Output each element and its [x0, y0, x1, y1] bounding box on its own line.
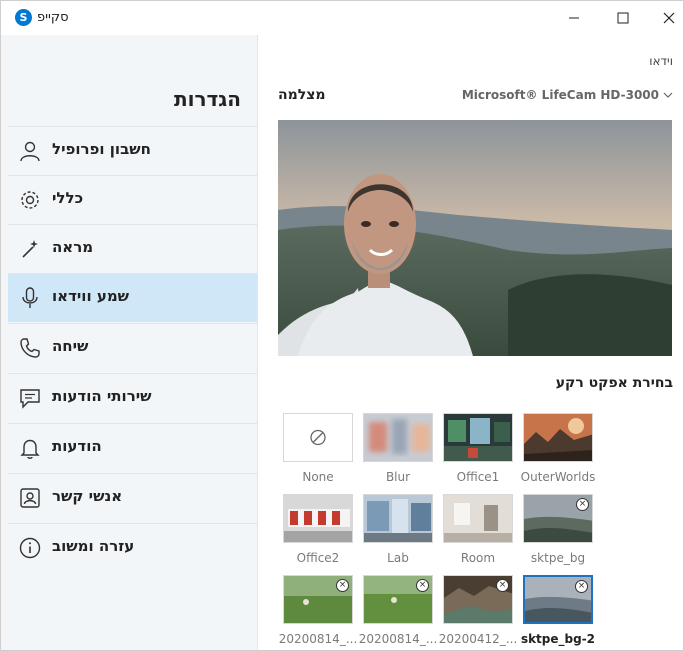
background-caption: sktpe_bg	[530, 551, 586, 565]
settings-window: S סקייפ הגדרות חשבון ופרופיל כללי מראה ש…	[0, 0, 684, 651]
magic-wand-icon	[22, 240, 38, 258]
office2-thumbnail	[284, 495, 352, 542]
nav-label: שיחה	[52, 337, 89, 355]
minimize-button[interactable]	[551, 1, 597, 35]
minimize-icon	[569, 17, 579, 19]
nav-contacts[interactable]: אנשי קשר	[8, 473, 257, 522]
nav-account-profile[interactable]: חשבון ופרופיל	[8, 126, 257, 175]
background-option-20200814-a[interactable]: ×	[283, 575, 353, 624]
background-option-20200814-b[interactable]: ×	[363, 575, 433, 624]
nav-label: שירותי הודעות	[52, 387, 152, 405]
background-effect-title: בחירת אפקט רקע	[555, 375, 673, 391]
background-option-office2[interactable]	[283, 494, 353, 543]
maximize-icon	[617, 12, 629, 24]
remove-background-icon[interactable]: ×	[576, 498, 589, 511]
chat-bubble-icon	[20, 389, 40, 409]
background-caption: Blur	[385, 470, 411, 484]
gear-icon	[21, 191, 39, 209]
background-option-20200412[interactable]: ×	[443, 575, 513, 624]
person-icon	[20, 141, 40, 162]
title-bar: S סקייפ	[1, 1, 683, 35]
background-option-sktpe-bg[interactable]: ×	[523, 494, 593, 543]
camera-preview	[278, 120, 672, 356]
blur-thumbnail	[364, 414, 432, 461]
background-caption: 20200412_...	[438, 632, 518, 646]
background-caption: Office2	[296, 551, 340, 565]
background-caption: Room	[460, 551, 496, 565]
nav-general[interactable]: כללי	[8, 175, 257, 224]
close-button[interactable]	[646, 1, 683, 35]
background-option-lab[interactable]	[363, 494, 433, 543]
remove-background-icon[interactable]: ×	[496, 579, 509, 592]
office1-thumbnail	[444, 414, 512, 461]
camera-preview-image	[278, 120, 672, 356]
nav-label: אנשי קשר	[52, 487, 123, 505]
camera-label: מצלמה	[278, 87, 326, 103]
section-label: וידאו	[649, 54, 673, 68]
background-option-outerworlds[interactable]	[523, 413, 593, 462]
remove-background-icon[interactable]: ×	[575, 580, 588, 593]
outerworlds-thumbnail	[524, 414, 592, 461]
skype-logo-icon: S	[15, 9, 32, 26]
contact-card-icon	[20, 488, 40, 508]
background-caption: None	[302, 470, 334, 484]
nav-appearance[interactable]: מראה	[8, 224, 257, 273]
nav-label: חשבון ופרופיל	[52, 140, 151, 158]
background-caption-selected: sktpe_bg-2	[520, 632, 596, 646]
sidebar-title: הגדרות	[173, 87, 241, 111]
background-option-sktpe-bg-2[interactable]: ×	[523, 575, 593, 624]
nav-label: שמע ווידאו	[52, 287, 130, 305]
background-caption: 20200814_...	[278, 632, 358, 646]
chevron-down-icon	[663, 92, 673, 98]
no-effect-icon	[310, 429, 326, 446]
nav-label: כללי	[52, 189, 84, 207]
nav-calling[interactable]: שיחה	[8, 323, 257, 372]
room-thumbnail	[444, 495, 512, 542]
nav-notifications[interactable]: הודעות	[8, 423, 257, 472]
background-option-office1[interactable]	[443, 413, 513, 462]
remove-background-icon[interactable]: ×	[336, 579, 349, 592]
maximize-button[interactable]	[600, 1, 646, 35]
background-option-none[interactable]	[283, 413, 353, 462]
nav-help-feedback[interactable]: עזרה ומשוב	[8, 523, 257, 572]
background-caption: OuterWorlds	[520, 470, 596, 484]
window-edge	[1, 35, 8, 650]
background-option-room[interactable]	[443, 494, 513, 543]
audio-video-panel: וידאו מצלמה Microsoft® LifeCam HD-3000 ב…	[258, 35, 683, 650]
nav-label: הודעות	[52, 437, 102, 455]
lab-thumbnail	[364, 495, 432, 542]
camera-device-value: Microsoft® LifeCam HD-3000	[461, 88, 659, 102]
nav-messaging[interactable]: שירותי הודעות	[8, 373, 257, 422]
microphone-icon	[22, 287, 38, 308]
background-caption: Office1	[456, 470, 500, 484]
background-caption: 20200814_...	[358, 632, 438, 646]
camera-device-select[interactable]: Microsoft® LifeCam HD-3000	[462, 88, 673, 102]
background-caption: Lab	[387, 551, 409, 565]
info-icon	[19, 537, 41, 559]
nav-label: מראה	[52, 238, 94, 256]
nav-audio-video[interactable]: שמע ווידאו	[8, 273, 257, 322]
nav-label: עזרה ומשוב	[52, 537, 135, 555]
close-icon	[663, 12, 675, 24]
background-option-blur[interactable]	[363, 413, 433, 462]
window-title: סקייפ	[37, 10, 69, 25]
phone-icon	[20, 338, 40, 358]
settings-sidebar: הגדרות חשבון ופרופיל כללי מראה שמע ווידא…	[8, 35, 258, 650]
bell-icon	[20, 439, 40, 459]
remove-background-icon[interactable]: ×	[416, 579, 429, 592]
